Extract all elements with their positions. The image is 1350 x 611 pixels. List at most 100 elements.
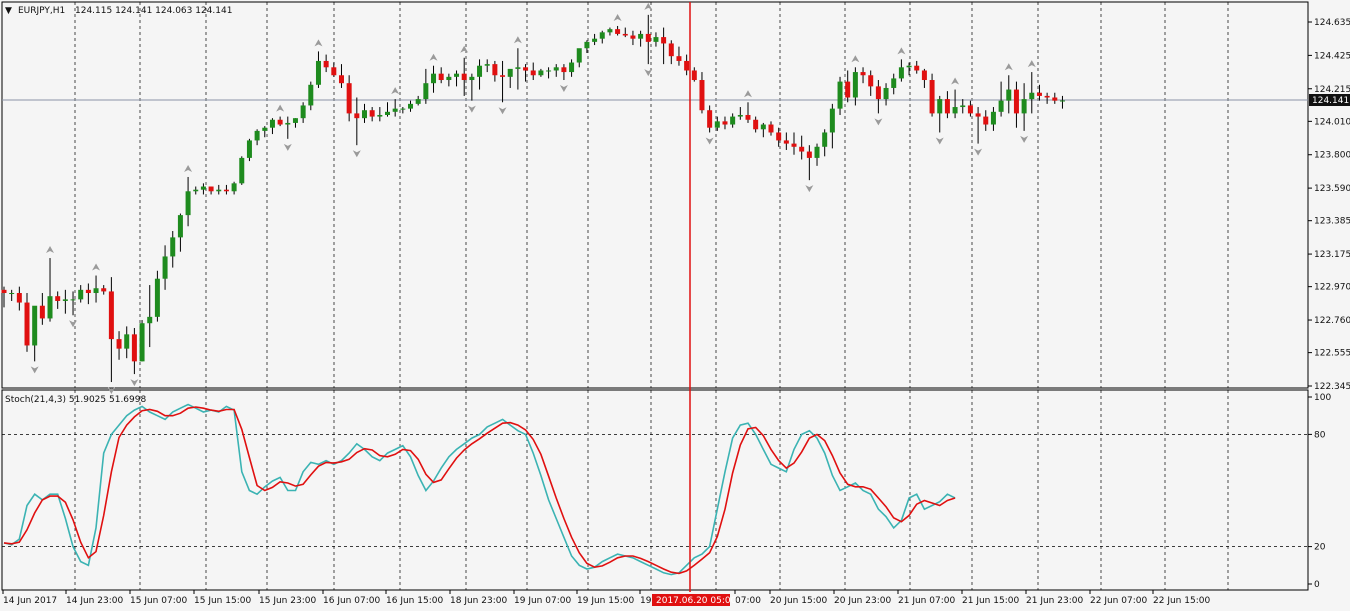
candle-body bbox=[891, 78, 897, 88]
candle-body bbox=[85, 289, 91, 294]
candle-body bbox=[47, 296, 53, 319]
price-tick-label: 123.385 bbox=[1314, 217, 1350, 227]
candle-body bbox=[24, 302, 30, 346]
candle-body bbox=[216, 189, 222, 192]
candle-body bbox=[875, 86, 881, 100]
candle-body bbox=[446, 76, 452, 81]
candle-body bbox=[484, 64, 490, 66]
candle-body bbox=[408, 103, 414, 109]
price-tick-label: 123.175 bbox=[1314, 250, 1350, 260]
candle-body bbox=[868, 75, 874, 87]
time-tick-label: 19 bbox=[640, 596, 652, 606]
candle-body bbox=[546, 70, 552, 72]
candle-body bbox=[32, 305, 38, 346]
candle-body bbox=[9, 293, 15, 295]
candle-body bbox=[454, 73, 460, 77]
candle-body bbox=[599, 32, 605, 39]
candle-body bbox=[553, 67, 559, 71]
candle-body bbox=[1059, 100, 1065, 102]
crosshair-time-label: 2017.06.20 05:00 bbox=[656, 596, 737, 606]
candle-body bbox=[438, 73, 444, 81]
candle-body bbox=[101, 288, 107, 292]
candle-body bbox=[492, 64, 498, 76]
candle-body bbox=[392, 108, 398, 112]
candle-body bbox=[1006, 89, 1012, 101]
candle-body bbox=[170, 237, 176, 257]
stoch-tick-label: 80 bbox=[1314, 430, 1326, 440]
candle-body bbox=[799, 146, 805, 152]
stoch-tick-label: 100 bbox=[1314, 393, 1331, 403]
price-tick-label: 124.010 bbox=[1314, 117, 1350, 127]
candle-body bbox=[684, 60, 690, 71]
candle-body bbox=[998, 100, 1004, 112]
candle-body bbox=[431, 73, 437, 84]
time-tick-label: 21 Jun 15:00 bbox=[962, 596, 1019, 606]
candle-body bbox=[369, 110, 375, 117]
candle-body bbox=[638, 33, 644, 39]
candle-body bbox=[676, 56, 682, 61]
time-tick-label: 14 Jun 2017 bbox=[3, 596, 57, 606]
candle-body bbox=[507, 68, 513, 77]
candle-body bbox=[308, 84, 314, 106]
candle-body bbox=[707, 110, 713, 128]
candle-body bbox=[139, 323, 145, 362]
candle-body bbox=[691, 70, 697, 81]
candle-body bbox=[500, 75, 506, 77]
candle-body bbox=[70, 299, 76, 301]
candle-body bbox=[745, 114, 751, 120]
candle-body bbox=[829, 108, 835, 133]
candle-body bbox=[254, 130, 260, 141]
candle-body bbox=[177, 215, 183, 238]
candle-body bbox=[960, 105, 966, 108]
time-axis: 14 Jun 2017 14 Jun 23:00 15 Jun 07:00 15 Ju… bbox=[2, 590, 1210, 606]
candle-body bbox=[331, 67, 337, 76]
candle-body bbox=[661, 37, 667, 44]
candle-body bbox=[277, 119, 283, 125]
candle-body bbox=[737, 114, 743, 117]
candle-body bbox=[108, 291, 114, 340]
time-tick-label: 18 Jun 23:00 bbox=[450, 596, 507, 606]
candle-body bbox=[898, 67, 904, 79]
candle-body bbox=[699, 80, 705, 111]
candle-body bbox=[837, 81, 843, 109]
time-tick-label: 21 Jun 23:00 bbox=[1026, 596, 1083, 606]
candle-body bbox=[346, 83, 352, 114]
ohlc-values: 124.115 124.141 124.063 124.141 bbox=[75, 6, 232, 16]
candle-body bbox=[116, 339, 122, 349]
candle-body bbox=[523, 67, 529, 71]
candle-body bbox=[469, 76, 475, 81]
candle-body bbox=[200, 186, 206, 190]
candle-body bbox=[1044, 95, 1050, 98]
time-tick-label: 22 Jun 07:00 bbox=[1090, 596, 1147, 606]
time-tick-label: 19 Jun 15:00 bbox=[577, 596, 634, 606]
header-arrow-icon[interactable]: ▼ bbox=[5, 6, 12, 16]
candle-body bbox=[1036, 92, 1042, 96]
candle-body bbox=[1029, 92, 1035, 100]
candle-body bbox=[461, 73, 467, 81]
candle-body bbox=[760, 124, 766, 130]
candle-body bbox=[783, 140, 789, 144]
candle-body bbox=[300, 105, 306, 119]
candle-body bbox=[814, 146, 820, 158]
candle-body bbox=[385, 111, 390, 115]
chart-canvas[interactable]: ▼ EURJPY,H1 124.115 124.141 124.063 124.… bbox=[0, 0, 1350, 611]
candle-body bbox=[569, 62, 575, 73]
candle-body bbox=[285, 122, 291, 125]
price-tick-label: 124.425 bbox=[1314, 51, 1350, 61]
candle-body bbox=[361, 110, 367, 119]
symbol-timeframe: EURJPY,H1 bbox=[18, 6, 65, 16]
candle-body bbox=[983, 116, 989, 125]
candle-body bbox=[162, 256, 168, 279]
price-tick-label: 122.345 bbox=[1314, 382, 1350, 392]
candle-body bbox=[776, 132, 782, 141]
candle-body bbox=[592, 38, 598, 42]
candle-body bbox=[1, 289, 7, 294]
stoch-panel[interactable] bbox=[1, 389, 1309, 591]
time-tick-label: 15 Jun 07:00 bbox=[130, 596, 187, 606]
candle-body bbox=[62, 299, 68, 301]
candle-body bbox=[576, 48, 582, 63]
price-axis: 124.635 124.425 124.215 124.010 123.800 123.5… bbox=[1308, 18, 1350, 392]
candle-body bbox=[262, 127, 268, 131]
price-panel[interactable] bbox=[1, 1, 1309, 389]
candle-body bbox=[722, 121, 728, 125]
